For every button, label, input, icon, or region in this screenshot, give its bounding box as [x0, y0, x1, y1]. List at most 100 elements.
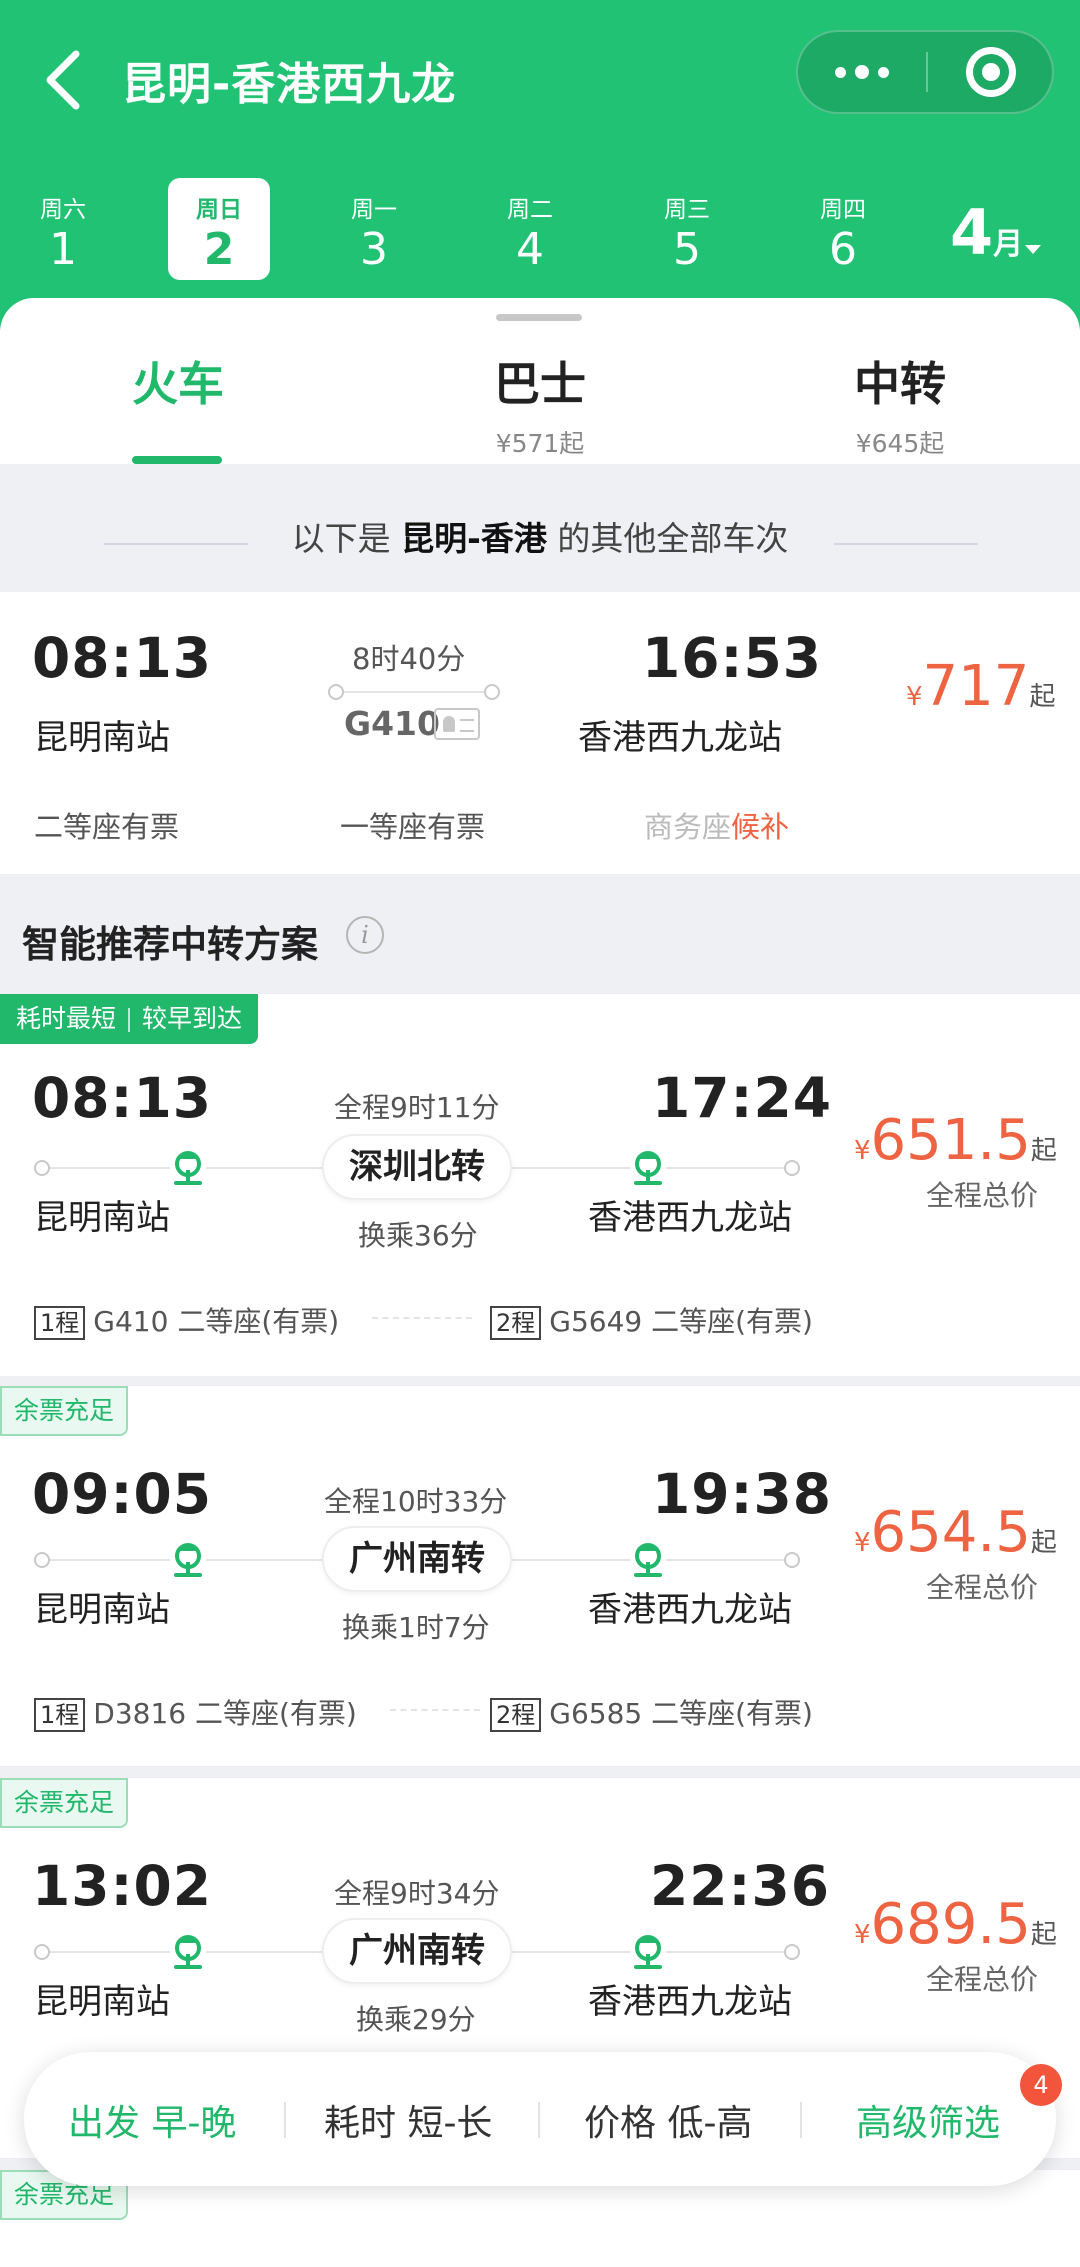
tag-tickets-available: 余票充足 [0, 1386, 129, 1436]
depart-station: 昆明南站 [34, 718, 170, 758]
tab-train[interactable]: 火车 [100, 348, 256, 414]
rail-icon [630, 1542, 666, 1578]
transfer-wait: 换乘29分 [356, 2003, 476, 2036]
rail-icon [170, 1542, 206, 1578]
seat-label: 商务座 [644, 810, 732, 844]
leg-divider [390, 1709, 480, 1711]
route-dot [34, 1944, 50, 1960]
filter-bar: 出发 早-晚 耗时 短-长 价格 低-高 高级筛选 4 [24, 2052, 1062, 2186]
rail-icon [630, 1934, 666, 1970]
page-title: 昆明-香港西九龙 [122, 59, 457, 110]
arrive-station: 香港西九龙站 [578, 718, 782, 758]
transfer-card[interactable]: 耗时最短 较早到达 08:13 全程9时11分 17:24 深圳北转 昆明南站 换… [0, 994, 1080, 1376]
transfer-station: 深圳北转 [322, 1134, 512, 1200]
price: ¥689.5起 [854, 1892, 1057, 1957]
price-value: 689.5 [870, 1892, 1031, 1957]
tab-label: 火车 [132, 357, 224, 411]
seat-waitlist-status: 候补 [731, 810, 790, 844]
price-suffix: 起 [1030, 1920, 1057, 1950]
date-item[interactable]: 周六 1 [12, 178, 114, 280]
tab-transfer[interactable]: 中转 ¥645起 [820, 348, 980, 460]
chevron-down-icon [1025, 245, 1042, 254]
capsule-divider [926, 52, 928, 92]
total-price-label: 全程总价 [926, 1179, 1039, 1212]
transfer-wait: 换乘36分 [358, 1219, 478, 1252]
date-day: 2 [203, 224, 235, 275]
date-item-selected[interactable]: 周日 2 [168, 178, 270, 280]
date-weekday: 周三 [664, 197, 710, 223]
sort-departure-button[interactable]: 出发 早-晚 [68, 2094, 236, 2146]
price-value: 651.5 [870, 1108, 1031, 1173]
rail-icon [170, 1150, 206, 1186]
arrive-station: 香港西九龙站 [588, 1590, 792, 1630]
depart-time: 08:13 [32, 626, 213, 690]
total-price-label: 全程总价 [926, 1963, 1039, 1996]
price-currency: ¥ [854, 1528, 871, 1558]
price-suffix: 起 [1029, 682, 1056, 712]
leg-badge: 1程 [34, 1698, 86, 1732]
section-notice: 以下是 昆明-香港 的其他全部车次 [0, 464, 1080, 592]
price-suffix: 起 [1030, 1136, 1057, 1166]
date-weekday: 周日 [196, 197, 242, 223]
depart-time: 13:02 [32, 1854, 213, 1918]
sort-duration-button[interactable]: 耗时 短-长 [324, 2094, 492, 2146]
price-value: 654.5 [870, 1500, 1031, 1565]
tab-label: 巴士 [494, 357, 586, 411]
month-picker[interactable]: 4月 [950, 196, 1042, 269]
date-item[interactable]: 周二 4 [479, 178, 581, 280]
date-weekday: 周六 [40, 197, 86, 223]
tab-sub-price: ¥571起 [495, 429, 585, 458]
date-item[interactable]: 周三 5 [636, 178, 738, 280]
price-currency: ¥ [854, 1920, 871, 1950]
depart-station: 昆明南站 [34, 1198, 170, 1238]
more-dots-icon[interactable] [798, 32, 926, 112]
route-dot [484, 684, 500, 700]
depart-time: 08:13 [32, 1066, 213, 1130]
smart-recommendation-header: 智能推荐中转方案 i [0, 874, 1080, 994]
leg-detail: G410 二等座(有票) [93, 1305, 340, 1338]
tag-early-arrival: 较早到达 [142, 1004, 243, 1033]
depart-time: 09:05 [32, 1462, 213, 1526]
section-title: 智能推荐中转方案 [22, 923, 318, 966]
transfer-card[interactable]: 余票充足 09:05 全程10时33分 19:38 广州南转 昆明南站 换乘1时… [0, 1386, 1080, 1766]
tag-tickets-available: 余票充足 [0, 1778, 129, 1828]
date-day: 3 [360, 224, 388, 275]
tab-bus[interactable]: 巴士 ¥571起 [460, 348, 620, 460]
transport-tabs: 火车 巴士 ¥571起 中转 ¥645起 [0, 298, 1080, 464]
back-arrow-icon[interactable] [36, 44, 96, 116]
date-item[interactable]: 周一 3 [323, 178, 425, 280]
leg-detail: G6585 二等座(有票) [549, 1697, 813, 1730]
price: ¥651.5起 [854, 1108, 1057, 1173]
direct-train-card[interactable]: 08:13 昆明南站 8时40分 G410 16:53 香港西九龙站 ¥717起… [0, 592, 1080, 874]
drag-handle[interactable] [496, 314, 582, 321]
date-day: 6 [829, 224, 857, 275]
total-price-label: 全程总价 [926, 1571, 1039, 1604]
train-number: G410 [344, 704, 440, 743]
advanced-filter-button[interactable]: 高级筛选 [856, 2094, 1000, 2146]
arrive-station: 香港西九龙站 [588, 1982, 792, 2022]
route-dot [784, 1160, 800, 1176]
info-icon[interactable]: i [346, 916, 384, 954]
arrive-time: 22:36 [650, 1854, 831, 1918]
leg-detail: G5649 二等座(有票) [549, 1305, 813, 1338]
target-icon[interactable] [966, 47, 1016, 97]
seat-first-class: 一等座有票 [340, 810, 486, 844]
total-duration: 全程9时11分 [334, 1091, 500, 1124]
header-bar: 昆明-香港西九龙 周六 1 周日 2 周一 3 周二 4 周三 5 周四 6 4… [0, 0, 1080, 330]
date-weekday: 周二 [507, 197, 553, 223]
duration: 8时40分 [352, 642, 466, 676]
leg-2: 2程 G5649 二等座(有票) [490, 1300, 813, 1340]
sort-price-button[interactable]: 价格 低-高 [584, 2094, 752, 2146]
rail-icon [630, 1150, 666, 1186]
leg-2: 2程 G6585 二等座(有票) [490, 1692, 813, 1732]
leg-1: 1程 G410 二等座(有票) [34, 1300, 339, 1340]
date-day: 4 [516, 224, 544, 275]
route-line [344, 691, 484, 693]
depart-station: 昆明南站 [34, 1982, 170, 2022]
arrive-time: 16:53 [642, 626, 823, 690]
tab-active-indicator [132, 456, 222, 464]
date-item[interactable]: 周四 6 [792, 178, 894, 280]
transfer-station: 广州南转 [322, 1918, 512, 1984]
route-dot [34, 1160, 50, 1176]
leg-badge: 2程 [490, 1698, 542, 1732]
